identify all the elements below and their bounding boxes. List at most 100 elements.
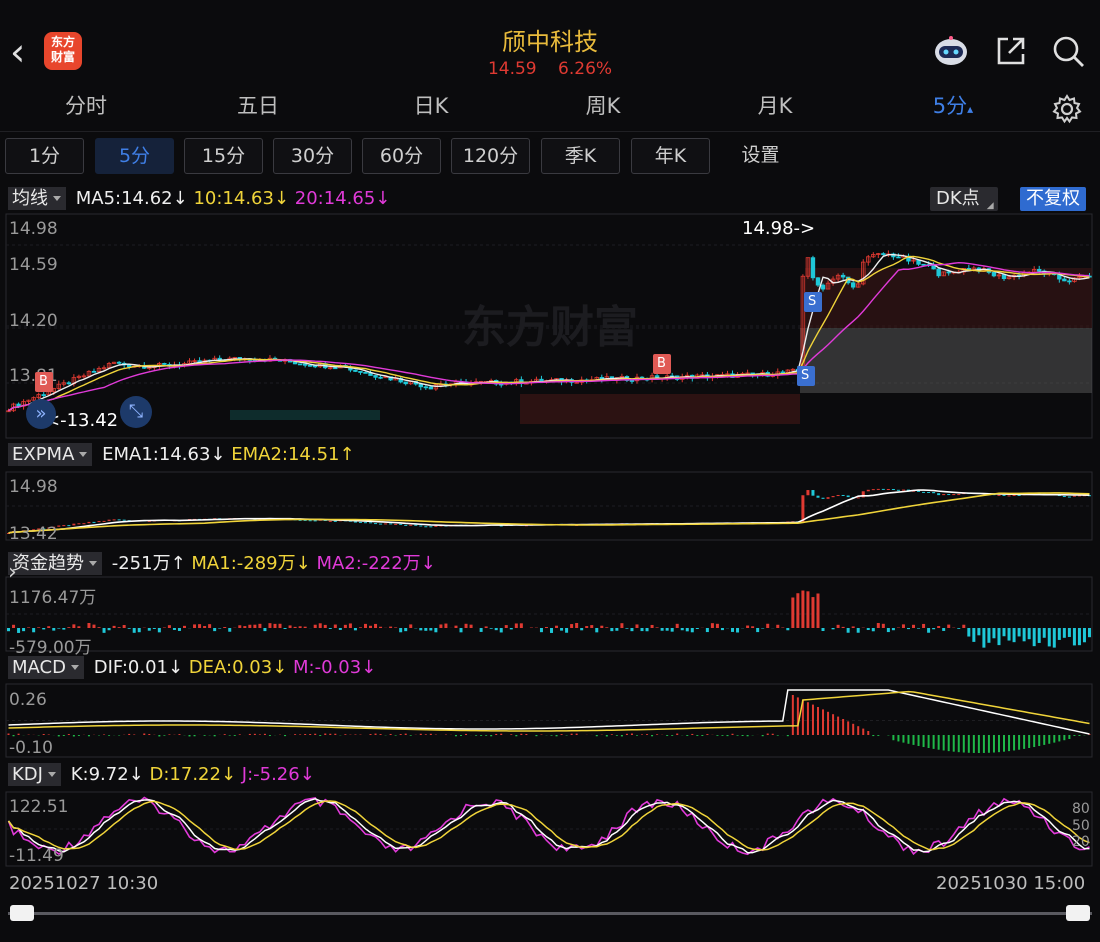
expma-candle — [952, 494, 956, 496]
expand-panel-chevron-icon[interactable]: › — [8, 560, 52, 588]
fund-bar — [32, 628, 36, 633]
fund-bar — [710, 623, 714, 628]
range-scrollbar[interactable] — [8, 905, 1092, 921]
expma-candle — [429, 526, 433, 528]
macd-bar — [615, 735, 618, 736]
macd-bar — [324, 733, 327, 735]
macd-bar — [847, 721, 850, 735]
candle-body — [820, 284, 826, 290]
macd-bar — [500, 733, 503, 735]
watermark: 东方财富 — [462, 302, 638, 353]
expma-candle — [379, 523, 383, 525]
macd-bar — [460, 735, 463, 736]
fund-bar — [137, 628, 141, 633]
macd-bar — [862, 728, 865, 735]
fund-bar — [278, 623, 282, 628]
macd-bar — [158, 735, 161, 737]
candle-body — [780, 371, 785, 374]
macd-bar — [746, 735, 749, 737]
scrollbar-left-handle[interactable] — [10, 905, 34, 921]
macd-bar — [143, 733, 146, 735]
macd-bar — [1033, 735, 1036, 748]
candle-body — [896, 256, 901, 259]
fund-bar — [1007, 628, 1011, 641]
expma-candle — [369, 522, 373, 524]
expma-candle — [1072, 495, 1076, 497]
candle-body — [162, 363, 167, 365]
fund-bar — [399, 628, 403, 633]
fund-bar — [600, 625, 604, 628]
expma-candle — [117, 519, 121, 521]
expma-candle — [102, 520, 106, 522]
fund-bar — [72, 624, 76, 628]
macd-bar — [148, 733, 151, 735]
fund-bar — [509, 628, 513, 630]
macd-bar — [394, 735, 397, 736]
buy-signal-tag[interactable]: B — [35, 372, 53, 392]
fund-bar — [389, 626, 393, 628]
macd-bar — [480, 735, 483, 736]
candle-body — [815, 277, 821, 286]
fund-bar — [871, 628, 875, 632]
fund-bar — [957, 628, 961, 629]
macd-bar — [178, 734, 181, 735]
buy-signal-tag[interactable]: B — [653, 354, 671, 374]
candle-body — [850, 282, 856, 288]
macd-bar — [992, 735, 995, 753]
high-price-marker: 14.98-> — [742, 218, 816, 239]
candle-body — [403, 381, 408, 385]
sell-signal-tag[interactable]: S — [804, 292, 822, 312]
macd-bar — [726, 735, 729, 737]
fund-bar — [338, 628, 342, 630]
prev-arrows-icon[interactable]: » — [26, 399, 56, 429]
macd-bar — [1013, 735, 1016, 751]
kdj-level-50: 50 — [1072, 818, 1090, 834]
macd-bar — [1028, 735, 1031, 748]
macd-bar — [776, 735, 779, 736]
candle-body — [333, 367, 338, 370]
macd-bar — [374, 733, 377, 735]
kline-chart-area[interactable]: 东方财富 — [0, 0, 1100, 942]
macd-bar — [666, 735, 669, 736]
macd-bar — [570, 733, 573, 735]
macd-bar — [761, 735, 764, 737]
expma-candle — [328, 520, 332, 522]
expma-candle — [841, 494, 845, 496]
macd-bar — [213, 735, 216, 737]
macd-bar — [696, 735, 699, 736]
fund-bar — [650, 624, 654, 628]
macd-bar — [972, 735, 975, 753]
fund-bar — [363, 623, 367, 628]
candle-body — [946, 271, 951, 274]
macd-bar — [907, 735, 910, 744]
candle-body — [373, 375, 378, 378]
macd-bar — [17, 733, 20, 735]
fund-bar — [746, 625, 750, 628]
macd-bar — [319, 735, 322, 736]
macd-bar — [409, 735, 412, 736]
candle-body — [1037, 268, 1042, 272]
fund-bar — [922, 623, 926, 628]
fund-bar — [655, 627, 659, 628]
fund-bar — [620, 623, 624, 628]
fund-bar — [962, 624, 966, 628]
macd-bar — [766, 733, 769, 735]
fund-bar — [258, 623, 262, 628]
fund-bar — [298, 626, 302, 628]
macd-bar — [857, 726, 860, 735]
fund-bar — [1042, 628, 1046, 638]
fund-bar — [303, 626, 307, 628]
expand-arrows-icon[interactable]: ⤡ — [120, 396, 152, 428]
macd-bar — [1073, 735, 1076, 736]
fund-bar — [731, 628, 735, 632]
fund-bar — [182, 625, 186, 628]
sell-signal-tag[interactable]: S — [797, 366, 815, 386]
macd-bar — [912, 735, 915, 745]
fund-bar — [670, 628, 674, 632]
scrollbar-right-handle[interactable] — [1066, 905, 1090, 921]
macd-bar — [610, 734, 613, 735]
expma-candle — [1062, 496, 1066, 498]
expma-candle — [419, 525, 423, 527]
fund-bar — [409, 624, 413, 628]
expma-candle — [947, 494, 951, 496]
